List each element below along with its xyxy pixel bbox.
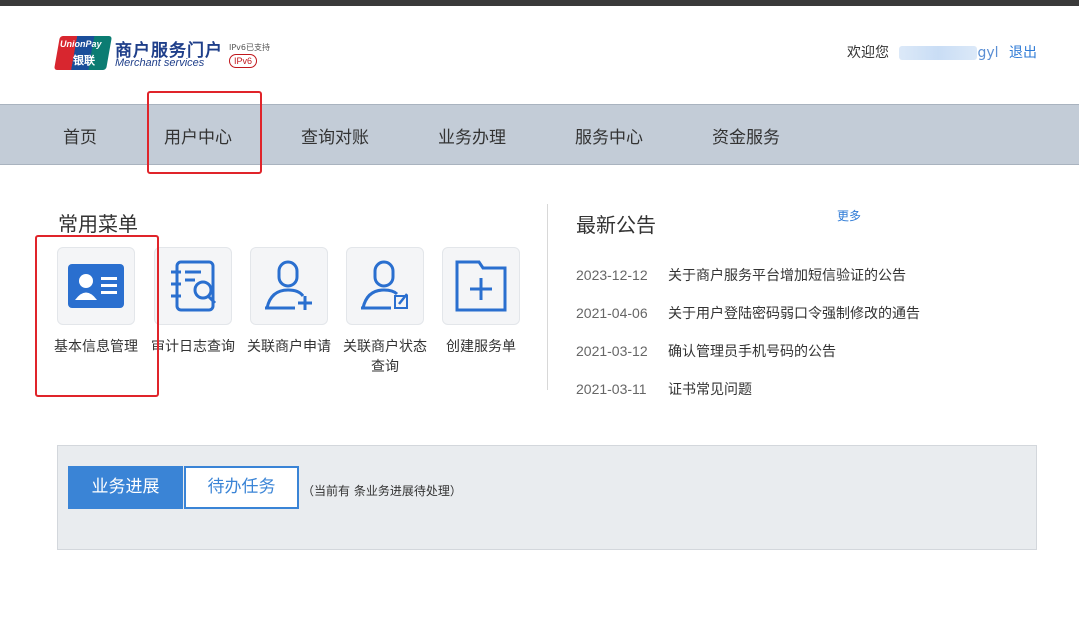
unionpay-logo[interactable]: UnionPay 银联 商户服务门户 Merchant services IPv… <box>54 36 277 76</box>
announcement-item[interactable]: 2023-12-12 关于商户服务平台增加短信验证的公告 <box>576 265 906 285</box>
log-search-icon <box>154 247 232 325</box>
announcement-date: 2021-03-11 <box>576 381 647 397</box>
user-area: 欢迎您 gyl 退出 <box>847 42 1037 62</box>
announcement-item[interactable]: 2021-03-12 确认管理员手机号码的公告 <box>576 341 836 361</box>
username-redacted <box>899 46 978 60</box>
ipv6-badge: IPv6 <box>229 54 258 68</box>
tab-business-progress[interactable]: 业务进展 <box>68 466 183 509</box>
nav-item-fund-service[interactable]: 资金服务 <box>712 123 780 148</box>
menu-label-create-ticket: 创建服务单 <box>446 339 516 355</box>
welcome-text: 欢迎您 <box>847 45 890 61</box>
menu-label-link-merchant-status: 关联商户状态查询 <box>343 339 427 375</box>
logo-badge-cn: 银联 <box>73 54 95 67</box>
announcement-item[interactable]: 2021-04-06 关于用户登陆密码弱口令强制修改的通告 <box>576 303 920 323</box>
add-user-icon <box>250 247 328 325</box>
menu-label-link-merchant-apply: 关联商户申请 <box>247 339 331 355</box>
announcements-more-link[interactable]: 更多 <box>837 207 861 224</box>
menu-label-audit-log: 审计日志查询 <box>151 339 235 355</box>
logo-subtitle: Merchant services <box>115 57 205 69</box>
username: gyl <box>899 45 999 61</box>
logo-badge-en: UnionPay <box>60 39 102 49</box>
nav-item-business[interactable]: 业务办理 <box>438 123 506 148</box>
announcement-title: 证书常见问题 <box>668 382 752 398</box>
task-panel: 业务进展 待办任务 （当前有 条业务进展待处理） <box>57 445 1037 550</box>
username-suffix: gyl <box>977 45 999 61</box>
announcement-title: 关于商户服务平台增加短信验证的公告 <box>668 268 906 284</box>
announcement-date: 2023-12-12 <box>576 267 648 283</box>
logout-link[interactable]: 退出 <box>1009 45 1037 61</box>
menu-tile-link-merchant-apply[interactable]: 关联商户申请 <box>247 247 331 357</box>
announcement-date: 2021-03-12 <box>576 343 648 359</box>
nav-item-home[interactable]: 首页 <box>63 123 97 148</box>
announcement-title: 确认管理员手机号码的公告 <box>668 344 836 360</box>
page-header: UnionPay 银联 商户服务门户 Merchant services IPv… <box>0 6 1079 104</box>
menu-tile-create-ticket[interactable]: 创建服务单 <box>442 247 520 357</box>
tab-pending-tasks[interactable]: 待办任务 <box>184 466 299 509</box>
menu-tile-audit-log[interactable]: 审计日志查询 <box>151 247 235 357</box>
user-status-icon <box>346 247 424 325</box>
announcements-title: 最新公告 <box>576 213 656 237</box>
menu-highlight-box <box>35 235 159 397</box>
nav-item-service-center[interactable]: 服务中心 <box>575 123 643 148</box>
create-folder-icon <box>442 247 520 325</box>
nav-item-query-reconcile[interactable]: 查询对账 <box>301 123 369 148</box>
announcement-date: 2021-04-06 <box>576 305 648 321</box>
announcement-title: 关于用户登陆密码弱口令强制修改的通告 <box>668 306 920 322</box>
section-divider <box>547 204 548 390</box>
task-count-note: （当前有 条业务进展待处理） <box>302 484 462 498</box>
menu-tile-link-merchant-status[interactable]: 关联商户状态查询 <box>343 247 427 377</box>
ipv6-note: IPv6已支持 <box>229 43 271 52</box>
common-menu-title: 常用菜单 <box>58 212 138 236</box>
nav-highlight-box <box>147 91 262 174</box>
announcement-item[interactable]: 2021-03-11 证书常见问题 <box>576 379 752 399</box>
